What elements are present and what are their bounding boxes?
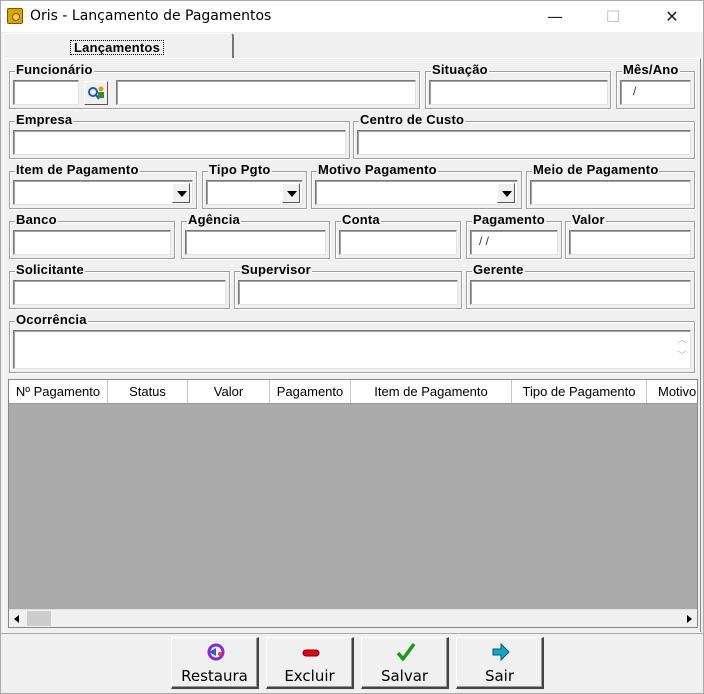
- arrow-right-icon: [492, 642, 510, 662]
- column-header[interactable]: Valor: [188, 380, 270, 403]
- solicitante-input[interactable]: [13, 280, 226, 305]
- agencia-label: Agência: [187, 212, 241, 227]
- scroll-arrows-icon[interactable]: ︿ ﹀: [677, 333, 687, 365]
- meio-pagamento-input[interactable]: [530, 180, 691, 205]
- funcionario-label: Funcionário: [15, 62, 94, 77]
- pagamento-date-value: / /: [479, 234, 490, 248]
- solicitante-label: Solicitante: [15, 262, 85, 277]
- pagamento-date-input[interactable]: / /: [470, 230, 558, 255]
- empresa-label: Empresa: [15, 112, 74, 127]
- payments-grid[interactable]: Nº Pagamento Status Valor Pagamento Item…: [8, 379, 698, 628]
- chevron-down-icon[interactable]: [282, 183, 300, 203]
- valor-label: Valor: [571, 212, 606, 227]
- tipo-pgto-label: Tipo Pgto: [208, 162, 272, 177]
- maximize-button[interactable]: ☐: [590, 1, 636, 32]
- meio-pagamento-label: Meio de Pagamento: [532, 162, 660, 177]
- search-people-icon: [88, 86, 104, 100]
- chevron-down-icon[interactable]: [172, 183, 190, 203]
- column-header[interactable]: Tipo de Pagamento: [512, 380, 647, 403]
- column-header[interactable]: Status: [108, 380, 188, 403]
- excluir-label: Excluir: [284, 667, 335, 685]
- tab-label: Lançamentos: [70, 40, 165, 55]
- centro-custo-label: Centro de Custo: [359, 112, 466, 127]
- mes-ano-input[interactable]: /: [620, 80, 691, 105]
- main-window: Oris - Lançamento de Pagamentos — ☐ ✕ La…: [0, 0, 704, 694]
- pagamento-label: Pagamento: [472, 212, 546, 227]
- delete-icon: [302, 649, 320, 657]
- checkmark-icon: [396, 642, 416, 661]
- mes-ano-label: Mês/Ano: [622, 62, 680, 77]
- salvar-button[interactable]: Salvar: [361, 637, 449, 689]
- window-title: Oris - Lançamento de Pagamentos: [30, 8, 272, 24]
- minimize-button[interactable]: —: [532, 1, 578, 32]
- restore-icon: [207, 643, 225, 661]
- conta-label: Conta: [341, 212, 381, 227]
- excluir-button[interactable]: Excluir: [266, 637, 354, 689]
- app-icon: [7, 8, 23, 24]
- scrollbar-thumb[interactable]: [27, 611, 51, 626]
- conta-input[interactable]: [339, 230, 457, 255]
- empresa-input[interactable]: [13, 130, 346, 155]
- tab-lancamentos[interactable]: Lançamentos: [3, 33, 234, 59]
- restaura-button[interactable]: Restaura: [171, 637, 259, 689]
- valor-input[interactable]: [569, 230, 691, 255]
- banco-input[interactable]: [13, 230, 171, 255]
- column-header[interactable]: Item de Pagamento: [351, 380, 512, 403]
- tipo-pgto-select[interactable]: [206, 180, 303, 205]
- ocorrencia-label: Ocorrência: [15, 312, 88, 327]
- sair-label: Sair: [484, 667, 515, 685]
- salvar-label: Salvar: [380, 667, 429, 685]
- supervisor-input[interactable]: [238, 280, 458, 305]
- agencia-input[interactable]: [185, 230, 326, 255]
- motivo-pagamento-label: Motivo Pagamento: [317, 162, 438, 177]
- supervisor-label: Supervisor: [240, 262, 312, 277]
- grid-header: Nº Pagamento Status Valor Pagamento Item…: [9, 380, 697, 404]
- item-pagamento-label: Item de Pagamento: [15, 162, 140, 177]
- sair-button[interactable]: Sair: [456, 637, 544, 689]
- gerente-input[interactable]: [470, 280, 691, 305]
- button-bar: Restaura Excluir Salvar Sair: [1, 633, 703, 693]
- column-header[interactable]: Motivo: [647, 380, 697, 403]
- situacao-input[interactable]: [429, 80, 608, 105]
- scroll-left-icon[interactable]: [14, 615, 19, 623]
- scroll-right-icon[interactable]: [687, 615, 692, 623]
- search-employee-button[interactable]: [84, 81, 108, 105]
- item-pagamento-select[interactable]: [13, 180, 193, 205]
- close-button[interactable]: ✕: [649, 1, 695, 32]
- mes-ano-value: /: [633, 84, 637, 98]
- banco-label: Banco: [15, 212, 58, 227]
- funcionario-name-input[interactable]: [116, 80, 416, 105]
- ocorrencia-textarea[interactable]: ︿ ﹀: [13, 330, 691, 369]
- centro-custo-input[interactable]: [357, 130, 691, 155]
- title-bar: Oris - Lançamento de Pagamentos — ☐ ✕: [1, 1, 703, 32]
- situacao-label: Situação: [431, 62, 489, 77]
- funcionario-code-input[interactable]: [13, 80, 79, 105]
- motivo-pagamento-select[interactable]: [315, 180, 518, 205]
- column-header[interactable]: Pagamento: [270, 380, 351, 403]
- column-header[interactable]: Nº Pagamento: [9, 380, 108, 403]
- gerente-label: Gerente: [472, 262, 525, 277]
- restaura-label: Restaura: [181, 667, 248, 685]
- horizontal-scrollbar[interactable]: [9, 609, 697, 627]
- chevron-down-icon[interactable]: [497, 183, 515, 203]
